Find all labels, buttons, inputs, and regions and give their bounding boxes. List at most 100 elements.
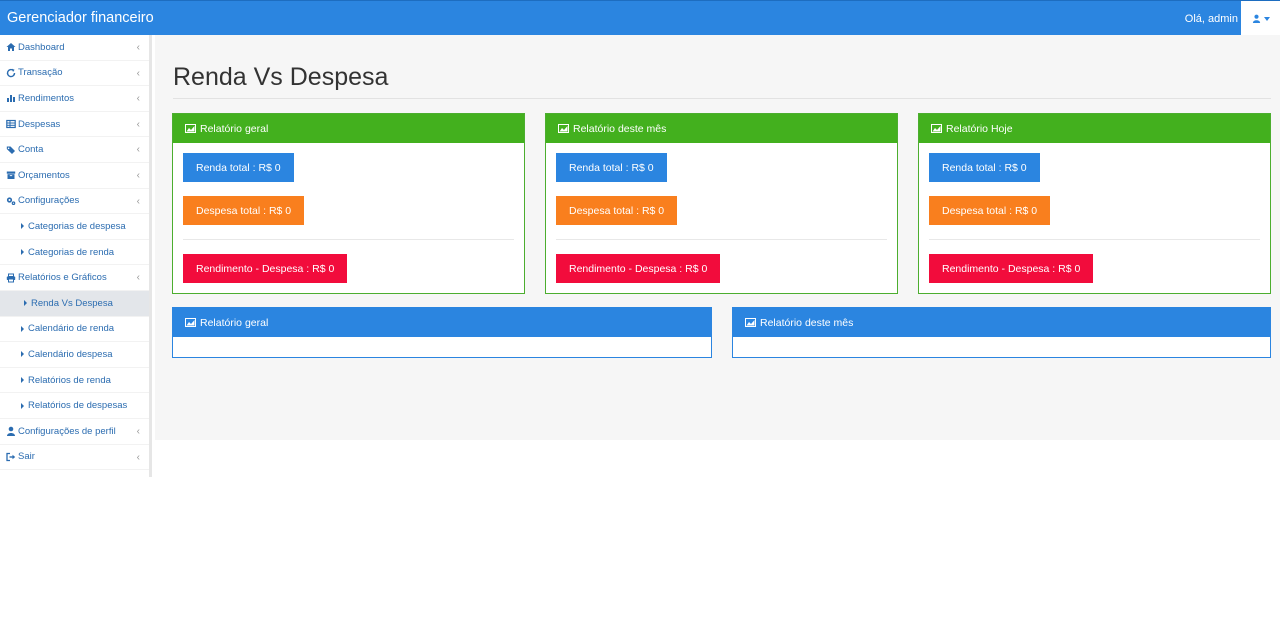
caret-right-icon bbox=[21, 351, 24, 358]
chevron-left-icon: ‹ bbox=[136, 42, 140, 53]
sidebar-item-label: Dashboard bbox=[18, 41, 65, 53]
gears-icon bbox=[6, 196, 16, 206]
sidebar-item-despesas[interactable]: Despesas ‹ bbox=[0, 112, 149, 138]
sidebar-item-calendario-despesa[interactable]: Calendário despesa bbox=[0, 342, 149, 368]
sidebar-item-label: Configurações de perfil bbox=[18, 425, 116, 437]
sidebar-item-label: Despesas bbox=[18, 118, 61, 130]
caret-right-icon bbox=[21, 402, 24, 409]
sidebar-item-relatorios-graficos[interactable]: Relatórios e Gráficos ‹ bbox=[0, 265, 149, 291]
caret-right-icon bbox=[21, 325, 24, 332]
sidebar-item-label: Relatórios e Gráficos bbox=[18, 272, 107, 284]
divider bbox=[556, 239, 887, 240]
panel-month-report: Relatório deste mês Renda total : R$ 0 D… bbox=[545, 113, 898, 294]
income-total-button[interactable]: Renda total : R$ 0 bbox=[556, 153, 667, 182]
sidebar-item-label: Categorias de despesa bbox=[28, 220, 126, 232]
sidebar-item-relatorios-renda[interactable]: Relatórios de renda bbox=[0, 368, 149, 394]
sidebar-item-label: Calendário de renda bbox=[28, 323, 115, 335]
panel-general-chart: Relatório geral bbox=[172, 307, 712, 358]
caret-right-icon bbox=[24, 300, 27, 307]
sidebar-item-label: Sair bbox=[18, 451, 35, 463]
income-total-button[interactable]: Renda total : R$ 0 bbox=[929, 153, 1040, 182]
expense-total-button[interactable]: Despesa total : R$ 0 bbox=[929, 196, 1051, 225]
chevron-left-icon: ‹ bbox=[136, 195, 140, 207]
sidebar-item-transacao[interactable]: Transação ‹ bbox=[0, 61, 149, 87]
panel-title: Relatório deste mês bbox=[573, 122, 667, 135]
print-icon bbox=[6, 273, 16, 283]
sidebar-item-label: Renda Vs Despesa bbox=[31, 297, 113, 309]
caret-right-icon bbox=[21, 377, 24, 384]
caret-right-icon bbox=[21, 223, 24, 230]
sidebar-item-label: Relatórios de renda bbox=[28, 374, 111, 386]
title-divider bbox=[173, 98, 1271, 99]
user-icon bbox=[1252, 14, 1260, 23]
panel-header: Relatório deste mês bbox=[733, 308, 1270, 337]
sidebar-item-rendimentos[interactable]: Rendimentos ‹ bbox=[0, 86, 149, 112]
table-icon bbox=[6, 119, 16, 129]
expense-total-button[interactable]: Despesa total : R$ 0 bbox=[556, 196, 678, 225]
sidebar-item-orcamentos[interactable]: Orçamentos ‹ bbox=[0, 163, 149, 189]
panel-general-report: Relatório geral Renda total : R$ 0 Despe… bbox=[172, 113, 525, 294]
chevron-left-icon: ‹ bbox=[136, 451, 140, 463]
user-icon bbox=[6, 426, 16, 437]
panel-header: Relatório geral bbox=[173, 114, 524, 143]
sidebar-item-label: Relatórios de despesas bbox=[28, 400, 128, 412]
panel-title: Relatório geral bbox=[200, 122, 269, 135]
panel-title: Relatório Hoje bbox=[946, 122, 1013, 135]
panel-month-chart: Relatório deste mês bbox=[732, 307, 1271, 358]
net-result-button[interactable]: Rendimento - Despesa : R$ 0 bbox=[183, 254, 348, 283]
panel-header: Relatório Hoje bbox=[919, 114, 1270, 143]
area-chart-icon bbox=[931, 124, 942, 133]
caret-right-icon bbox=[21, 249, 24, 256]
bar-chart-icon bbox=[6, 93, 16, 103]
tags-icon bbox=[6, 145, 16, 155]
area-chart-icon bbox=[185, 318, 196, 327]
area-chart-icon bbox=[558, 124, 569, 133]
chevron-left-icon: ‹ bbox=[136, 144, 140, 156]
panel-title: Relatório geral bbox=[200, 316, 269, 329]
user-menu-button[interactable] bbox=[1241, 1, 1280, 36]
sidebar-item-label: Conta bbox=[18, 144, 44, 156]
expense-total-button[interactable]: Despesa total : R$ 0 bbox=[183, 196, 305, 225]
sidebar-item-label: Orçamentos bbox=[18, 169, 70, 181]
refresh-icon bbox=[6, 68, 16, 78]
archive-icon bbox=[6, 170, 16, 180]
area-chart-icon bbox=[185, 124, 196, 133]
sidebar-item-dashboard[interactable]: Dashboard ‹ bbox=[0, 35, 149, 61]
sidebar-item-label: Rendimentos bbox=[18, 92, 74, 104]
sidebar-item-conta[interactable]: Conta ‹ bbox=[0, 137, 149, 163]
sidebar-item-categorias-despesa[interactable]: Categorias de despesa bbox=[0, 214, 149, 240]
sidebar-item-label: Categorias de renda bbox=[28, 246, 115, 258]
panel-today-report: Relatório Hoje Renda total : R$ 0 Despes… bbox=[918, 113, 1271, 294]
sidebar: Dashboard ‹ Transação ‹ Rendimentos ‹ De… bbox=[0, 35, 152, 477]
sidebar-item-renda-vs-despesa[interactable]: Renda Vs Despesa bbox=[0, 290, 149, 317]
net-result-button[interactable]: Rendimento - Despesa : R$ 0 bbox=[929, 254, 1094, 283]
chevron-down-icon bbox=[1263, 16, 1270, 21]
chevron-left-icon: ‹ bbox=[136, 425, 140, 437]
top-navbar: Gerenciador financeiro Olá, admin bbox=[0, 0, 1280, 36]
sidebar-item-sair[interactable]: Sair ‹ bbox=[0, 445, 149, 471]
area-chart-icon bbox=[745, 318, 756, 327]
chevron-left-icon: ‹ bbox=[136, 93, 140, 105]
sidebar-item-configuracoes[interactable]: Configurações ‹ bbox=[0, 189, 149, 215]
sidebar-item-categorias-renda[interactable]: Categorias de renda bbox=[0, 240, 149, 266]
panel-header: Relatório deste mês bbox=[546, 114, 897, 143]
sidebar-item-label: Configurações bbox=[18, 195, 80, 207]
user-greeting: Olá, admin bbox=[1184, 13, 1238, 25]
divider bbox=[929, 239, 1260, 240]
chevron-left-icon: ‹ bbox=[136, 118, 140, 130]
page-title: Renda Vs Despesa bbox=[173, 63, 389, 91]
income-total-button[interactable]: Renda total : R$ 0 bbox=[183, 153, 294, 182]
divider bbox=[183, 239, 514, 240]
net-result-button[interactable]: Rendimento - Despesa : R$ 0 bbox=[556, 254, 721, 283]
sidebar-item-configuracoes-perfil[interactable]: Configurações de perfil ‹ bbox=[0, 419, 149, 445]
chevron-left-icon: ‹ bbox=[136, 169, 140, 181]
sidebar-item-relatorios-despesas[interactable]: Relatórios de despesas bbox=[0, 393, 149, 419]
home-icon bbox=[6, 42, 16, 52]
sidebar-item-calendario-renda[interactable]: Calendário de renda bbox=[0, 317, 149, 343]
chevron-left-icon: ‹ bbox=[136, 67, 140, 79]
app-brand[interactable]: Gerenciador financeiro bbox=[7, 10, 154, 26]
sidebar-item-label: Calendário despesa bbox=[28, 348, 113, 360]
sign-out-icon bbox=[6, 452, 16, 462]
chevron-left-icon: ‹ bbox=[136, 272, 140, 284]
main-content: Renda Vs Despesa Relatório geral Renda t… bbox=[155, 35, 1280, 440]
